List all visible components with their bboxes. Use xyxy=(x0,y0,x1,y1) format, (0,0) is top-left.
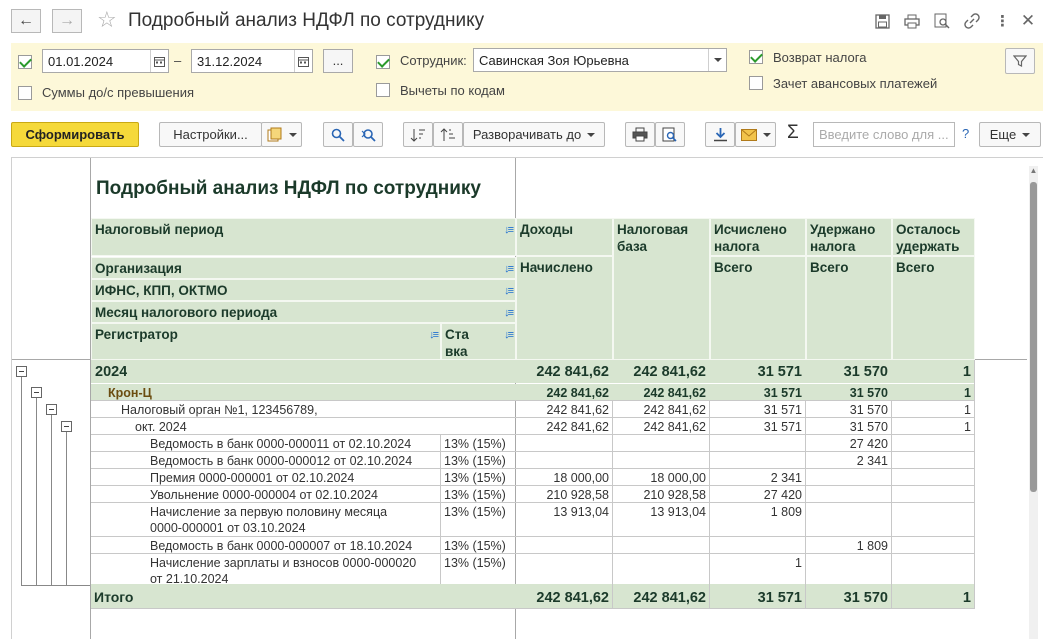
scrollbar-thumb[interactable] xyxy=(1030,182,1037,492)
report-variant-icon xyxy=(267,127,281,142)
date-separator: – xyxy=(174,53,182,68)
print-icon xyxy=(632,127,648,142)
refund-checkbox[interactable] xyxy=(749,50,763,64)
header-accrued[interactable]: Начислено xyxy=(516,256,613,360)
sort-asc-button[interactable] xyxy=(403,122,433,147)
search-input[interactable]: Введите слово для ... xyxy=(813,122,955,147)
sort-icon[interactable]: ↓≡ xyxy=(504,283,514,300)
offset-checkbox[interactable] xyxy=(749,76,763,90)
sort-icon[interactable]: ↓≡ xyxy=(504,222,514,239)
calendar-icon[interactable] xyxy=(150,50,168,72)
header-org[interactable]: Организация ↓≡ xyxy=(91,257,516,279)
settings-button[interactable]: Настройки... xyxy=(159,122,262,147)
sort-desc-icon xyxy=(440,127,455,141)
period-checkbox[interactable] xyxy=(18,55,32,69)
filter-panel: 01.01.2024 – 31.12.2024 ... Суммы до/с п… xyxy=(11,43,1043,111)
sort-icon[interactable]: ↓≡ xyxy=(429,327,439,344)
filter-icon xyxy=(1013,55,1027,67)
deductions-checkbox[interactable] xyxy=(376,83,390,97)
header-income[interactable]: Доходы xyxy=(516,218,613,256)
find-next-icon xyxy=(361,128,376,142)
back-button[interactable]: ← xyxy=(11,9,41,33)
sort-desc-button[interactable] xyxy=(433,122,463,147)
report-area: Подробный анализ НДФЛ по сотруднику Нало… xyxy=(11,157,1043,639)
expand-to-button[interactable]: Разворачивать до xyxy=(463,122,605,147)
collapse-org-icon[interactable] xyxy=(31,387,42,398)
header-total-withheld[interactable]: Всего xyxy=(806,256,892,360)
download-icon xyxy=(713,128,727,142)
print-preview-button[interactable] xyxy=(655,122,685,147)
generate-button[interactable]: Сформировать xyxy=(11,122,139,147)
preview-icon xyxy=(662,127,677,142)
select-period-button[interactable]: ... xyxy=(323,49,353,73)
arrow-left-icon: ← xyxy=(18,12,34,29)
header-total-remaining[interactable]: Всего xyxy=(892,256,975,360)
arrow-right-icon: → xyxy=(59,12,75,29)
header-ifns[interactable]: ИФНС, КПП, ОКТМО ↓≡ xyxy=(91,279,516,301)
more-vert-icon[interactable]: ⋮ xyxy=(992,11,1012,31)
refund-label: Возврат налога xyxy=(773,50,867,65)
sort-asc-icon xyxy=(410,128,425,142)
send-email-button[interactable] xyxy=(735,122,776,147)
calendar-icon[interactable] xyxy=(294,50,312,72)
report-title: Подробный анализ НДФЛ по сотруднику xyxy=(96,178,481,199)
print-icon[interactable] xyxy=(902,11,922,31)
title-bar: ← → ☆ Подробный анализ НДФЛ по сотрудник… xyxy=(0,0,1045,42)
window-title: Подробный анализ НДФЛ по сотруднику xyxy=(128,10,485,31)
envelope-icon xyxy=(740,128,757,141)
filter-button[interactable] xyxy=(1005,48,1035,74)
print-button[interactable] xyxy=(625,122,655,147)
deductions-label: Вычеты по кодам xyxy=(400,83,505,98)
favorite-star-icon[interactable]: ☆ xyxy=(97,7,117,33)
header-month[interactable]: Месяц налогового периода ↓≡ xyxy=(91,301,516,323)
offset-label: Зачет авансовых платежей xyxy=(773,76,938,91)
employee-label: Сотрудник: xyxy=(400,53,467,68)
date-from-field[interactable]: 01.01.2024 xyxy=(42,49,169,73)
sort-icon[interactable]: ↓≡ xyxy=(504,305,514,322)
scroll-up-icon[interactable]: ▲ xyxy=(1029,166,1038,175)
sums-checkbox[interactable] xyxy=(18,86,32,100)
header-calculated[interactable]: Исчислено налога xyxy=(710,218,806,256)
employee-checkbox[interactable] xyxy=(376,55,390,69)
more-button[interactable]: Еще xyxy=(979,122,1041,147)
save-file-button[interactable] xyxy=(705,122,735,147)
header-remaining[interactable]: Осталось удержать xyxy=(892,218,975,256)
close-icon[interactable]: ✕ xyxy=(1018,11,1038,31)
header-withheld[interactable]: Удержано налога xyxy=(806,218,892,256)
sums-label: Суммы до/с превышения xyxy=(42,85,195,100)
find-next-button[interactable] xyxy=(353,122,383,147)
save-icon[interactable] xyxy=(872,11,892,31)
header-rate[interactable]: Ставка ↓≡ xyxy=(441,323,516,360)
preview-icon[interactable] xyxy=(932,11,952,31)
find-button[interactable] xyxy=(323,122,353,147)
sum-icon[interactable]: Σ xyxy=(787,122,799,144)
date-to-field[interactable]: 31.12.2024 xyxy=(191,49,313,73)
search-icon xyxy=(331,128,345,142)
header-registrar[interactable]: Регистратор ↓≡ xyxy=(91,323,441,360)
collapse-ifns-icon[interactable] xyxy=(46,404,57,415)
collapse-2024-icon[interactable] xyxy=(16,366,27,377)
chevron-down-icon[interactable] xyxy=(708,49,726,71)
header-total-calculated[interactable]: Всего xyxy=(710,256,806,360)
help-icon[interactable]: ? xyxy=(962,126,969,141)
header-taxbase[interactable]: Налоговая база xyxy=(613,218,710,360)
header-period[interactable]: Налоговый период ↓≡ xyxy=(91,218,516,256)
link-icon[interactable] xyxy=(962,11,982,31)
variant-button[interactable] xyxy=(261,122,302,147)
forward-button[interactable]: → xyxy=(52,9,82,33)
sort-icon[interactable]: ↓≡ xyxy=(504,261,514,278)
collapse-month-icon[interactable] xyxy=(61,421,72,432)
sort-icon[interactable]: ↓≡ xyxy=(504,327,514,344)
employee-field[interactable]: Савинская Зоя Юрьевна xyxy=(473,48,727,72)
